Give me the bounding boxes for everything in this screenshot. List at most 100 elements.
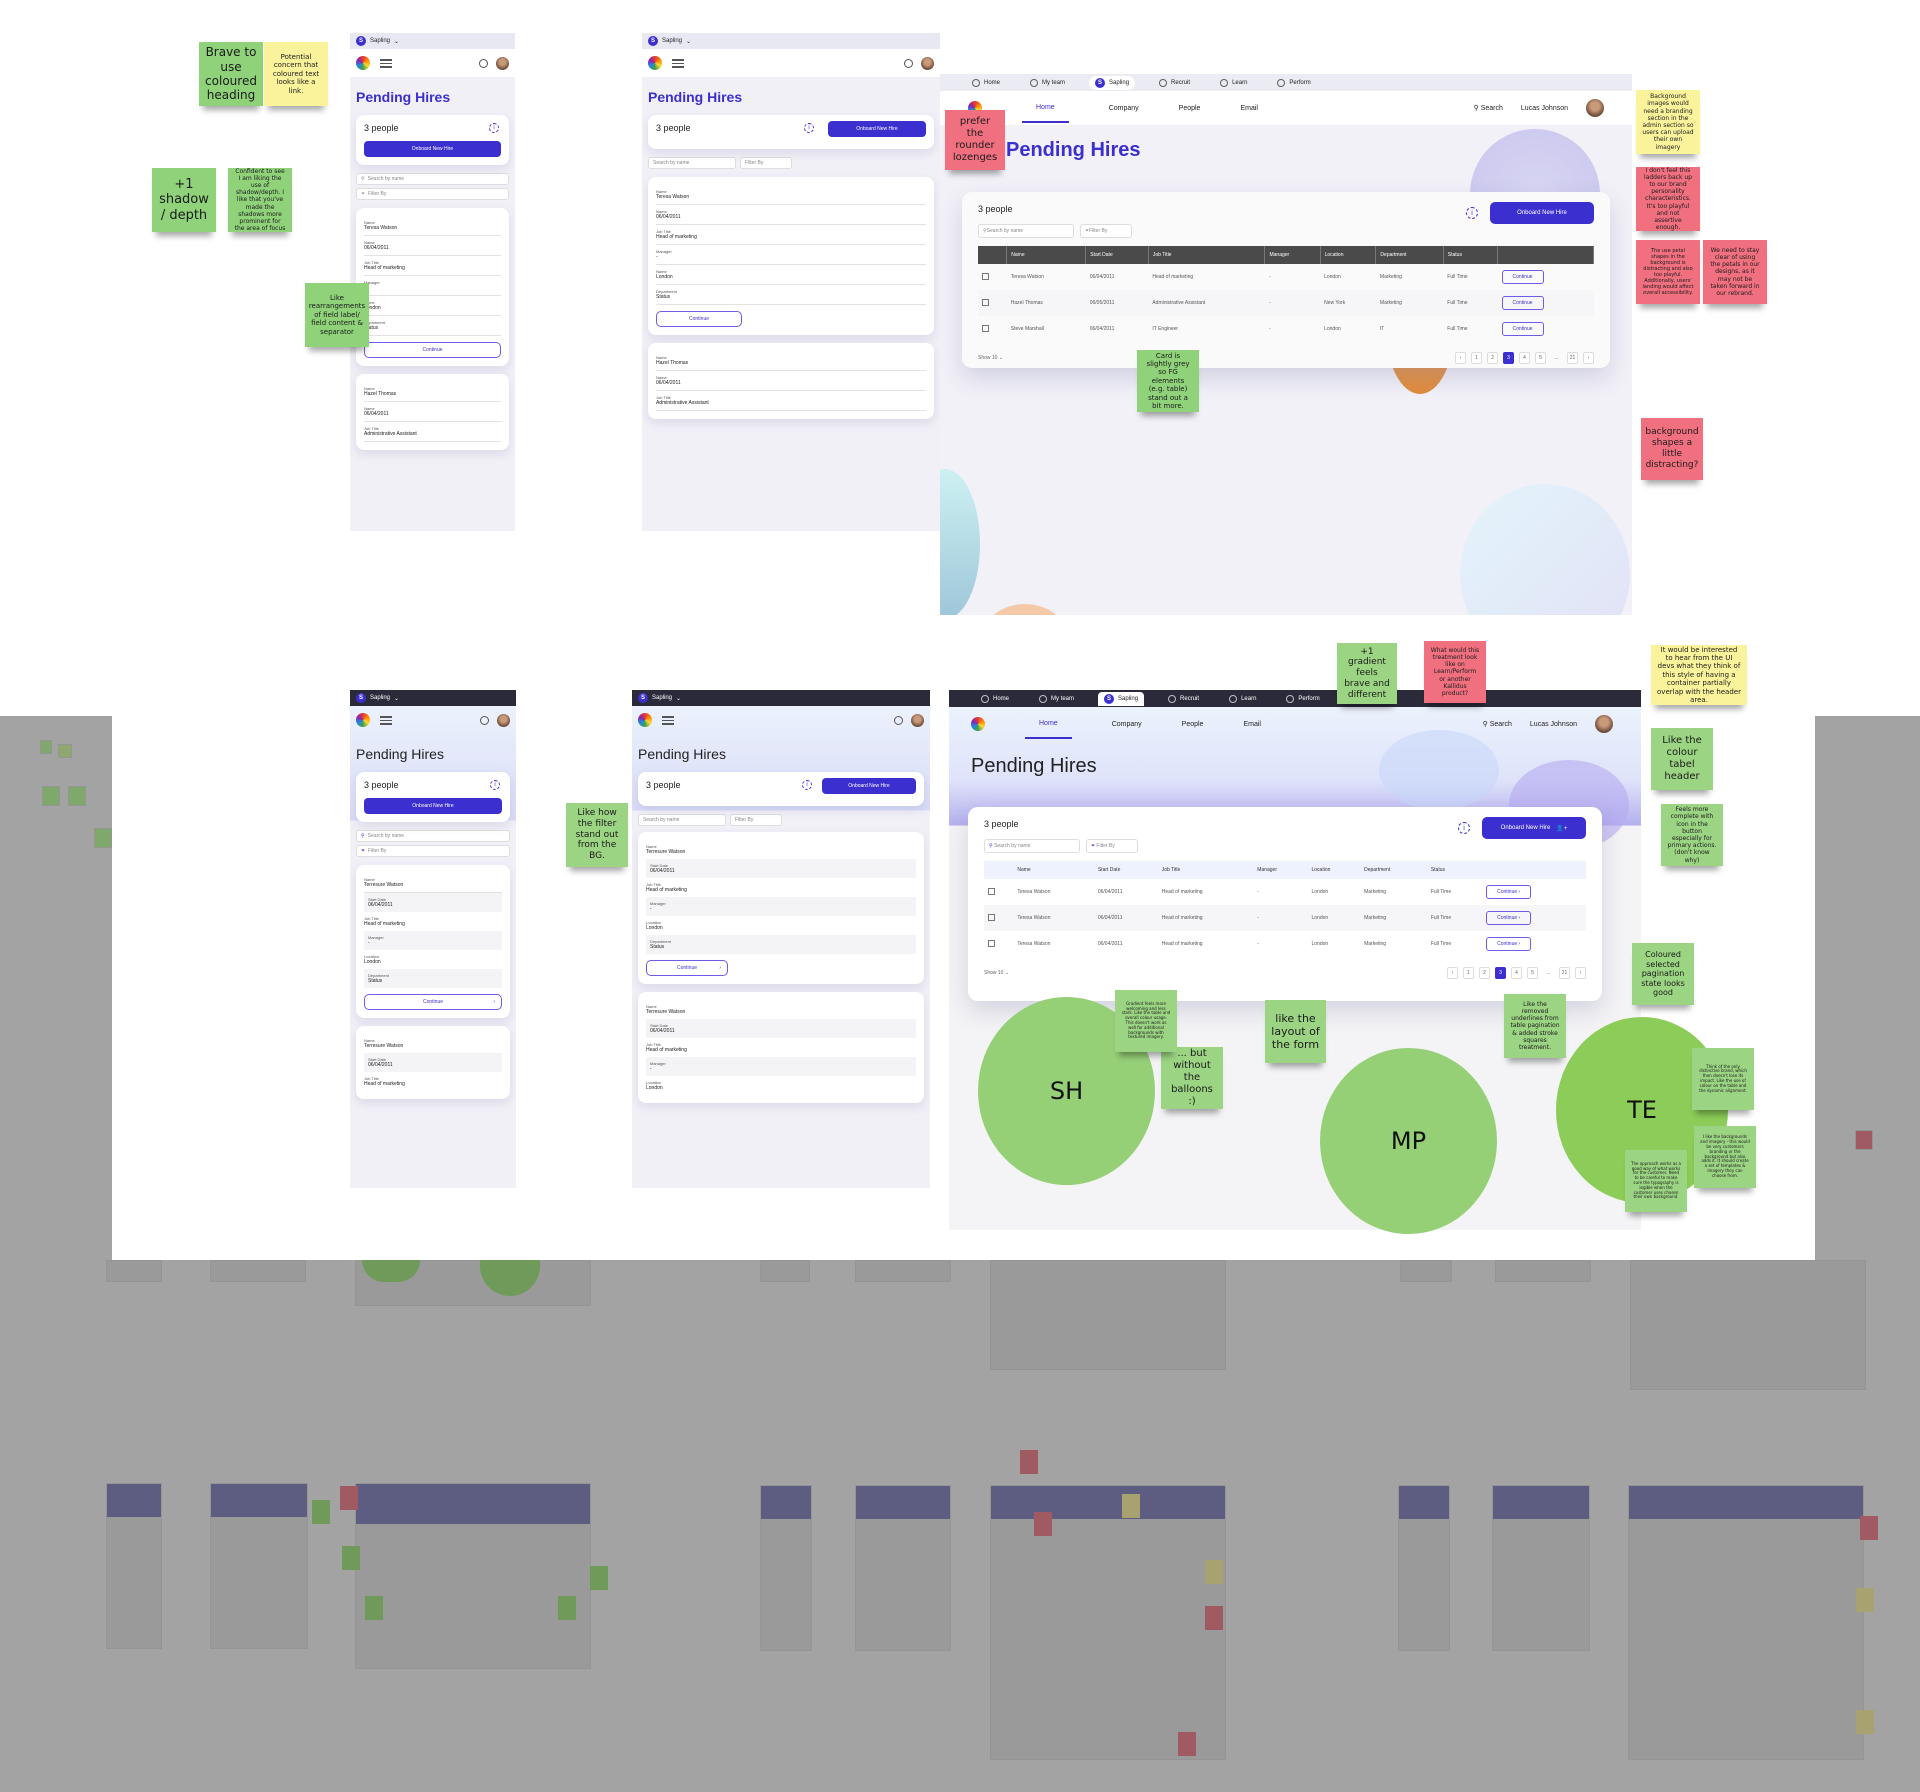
filter-dropdown[interactable]: ⏷ Filter By bbox=[1086, 839, 1138, 853]
tab-recruit[interactable]: Recruit bbox=[1162, 693, 1205, 705]
row-checkbox[interactable] bbox=[982, 324, 989, 332]
search-input[interactable]: Search by name bbox=[648, 157, 736, 169]
col-name[interactable]: Name bbox=[1006, 246, 1087, 264]
sticky-note[interactable]: Like the removed underlines from table p… bbox=[1504, 994, 1566, 1058]
page-button[interactable]: 4 bbox=[1519, 352, 1530, 364]
whiteboard-canvas[interactable]: S Sapling ⌄ Pending Hires 3 people i Onboa… bbox=[0, 0, 1920, 1792]
page-size-select[interactable]: Show 10 ⌄ bbox=[984, 970, 1009, 976]
product-switcher[interactable]: S Sapling ⌄ bbox=[350, 690, 516, 706]
nav-email[interactable]: Email bbox=[1243, 711, 1261, 738]
tab-perform[interactable]: Perform bbox=[1271, 77, 1316, 89]
search-icon[interactable] bbox=[479, 58, 488, 68]
col-status[interactable]: Status bbox=[1426, 861, 1483, 879]
col-manager[interactable]: Manager bbox=[1264, 246, 1321, 264]
continue-button[interactable]: Continue › bbox=[1486, 937, 1532, 951]
sticky-note[interactable]: Like how the filter stand out from the B… bbox=[566, 803, 628, 867]
sticky-note[interactable]: Feels more complete with icon in the but… bbox=[1661, 804, 1723, 866]
nav-home[interactable]: Home bbox=[1025, 710, 1072, 739]
sticky-note[interactable]: We need to stay clear of using the petal… bbox=[1703, 240, 1767, 304]
tab-learn[interactable]: Learn bbox=[1223, 693, 1262, 705]
page-button-current[interactable]: 3 bbox=[1495, 967, 1506, 979]
onboard-new-hire-button[interactable]: Onboard New Hire bbox=[364, 798, 502, 814]
tab-my-team[interactable]: My team bbox=[1024, 77, 1071, 89]
tab-home[interactable]: Home bbox=[966, 77, 1006, 89]
page-button[interactable]: 21 bbox=[1559, 967, 1570, 979]
avatar[interactable] bbox=[496, 56, 509, 70]
filter-dropdown[interactable]: ⏷ Filter By bbox=[1080, 224, 1132, 238]
onboard-new-hire-button[interactable]: Onboard New Hire bbox=[364, 141, 501, 157]
row-checkbox[interactable] bbox=[988, 913, 995, 921]
prev-page-button[interactable]: ‹ bbox=[1455, 352, 1466, 364]
row-checkbox[interactable] bbox=[988, 939, 995, 947]
tab-sapling[interactable]: S Sapling bbox=[1089, 75, 1136, 90]
sticky-note[interactable]: The use petal shapes in the background i… bbox=[1636, 240, 1700, 304]
sticky-note[interactable]: Brave to use coloured heading bbox=[199, 42, 263, 106]
tab-sapling[interactable]: S Sapling bbox=[1098, 691, 1145, 706]
sticky-note[interactable]: Like rearrangements of field label/ fiel… bbox=[305, 283, 369, 347]
next-page-button[interactable]: › bbox=[1583, 352, 1594, 364]
row-checkbox[interactable] bbox=[988, 887, 995, 895]
tab-recruit[interactable]: Recruit bbox=[1153, 77, 1196, 89]
sticky-note[interactable]: I like the backgrounds and imagery - thi… bbox=[1694, 1126, 1756, 1188]
sticky-note[interactable]: background shapes a little distracting? bbox=[1641, 418, 1703, 480]
col-location[interactable]: Location bbox=[1320, 246, 1377, 264]
next-page-button[interactable]: › bbox=[1575, 967, 1586, 979]
search-input[interactable]: Search by name bbox=[638, 814, 726, 826]
filter-dropdown[interactable]: ⏷ Filter By bbox=[356, 188, 509, 200]
info-icon[interactable]: i bbox=[490, 780, 500, 790]
sticky-note[interactable]: ... but without the balloons :) bbox=[1161, 1047, 1223, 1109]
avatar[interactable] bbox=[497, 713, 510, 727]
search-button[interactable]: ⚲ Search bbox=[1474, 104, 1503, 112]
menu-icon[interactable] bbox=[662, 715, 674, 725]
sticky-note[interactable]: The approach works as a good way of what… bbox=[1625, 1150, 1687, 1212]
product-switcher[interactable]: S Sapling ⌄ bbox=[632, 690, 930, 706]
sticky-note[interactable]: It would be interested to hear from the … bbox=[1651, 645, 1747, 705]
tab-perform[interactable]: Perform bbox=[1280, 693, 1325, 705]
menu-icon[interactable] bbox=[380, 58, 392, 68]
product-switcher[interactable]: S Sapling ⌄ bbox=[350, 33, 515, 49]
page-button[interactable]: 2 bbox=[1487, 352, 1498, 364]
row-checkbox[interactable] bbox=[982, 272, 989, 280]
continue-button[interactable]: Continue › bbox=[646, 960, 728, 976]
col-department[interactable]: Department bbox=[1360, 861, 1427, 879]
info-icon[interactable]: i bbox=[1466, 207, 1478, 219]
info-icon[interactable]: i bbox=[489, 123, 499, 133]
sticky-note[interactable]: like the layout of the form bbox=[1265, 1000, 1326, 1063]
search-icon[interactable] bbox=[894, 715, 903, 725]
filter-dropdown[interactable]: ⏷ Filter By bbox=[356, 845, 510, 857]
sticky-note[interactable]: Like the colour tabel header bbox=[1651, 728, 1713, 790]
continue-button[interactable]: Continue › bbox=[1486, 911, 1532, 925]
avatar[interactable] bbox=[911, 713, 924, 727]
col-start-date[interactable]: Start Date bbox=[1085, 246, 1149, 264]
search-input[interactable]: ⚲ Search by name bbox=[984, 839, 1080, 853]
col-status[interactable]: Status bbox=[1443, 246, 1499, 264]
nav-people[interactable]: People bbox=[1179, 95, 1201, 122]
col-job-title[interactable]: Job Title bbox=[1157, 861, 1254, 879]
avatar[interactable] bbox=[1595, 715, 1613, 733]
continue-button[interactable]: Continue › bbox=[364, 994, 502, 1010]
sticky-note[interactable]: +1 gradient feels brave and different bbox=[1337, 643, 1397, 704]
info-icon[interactable]: i bbox=[1458, 822, 1470, 834]
col-job-title[interactable]: Job Title bbox=[1148, 246, 1266, 264]
product-switcher[interactable]: S Sapling ⌄ bbox=[642, 33, 940, 49]
tab-home[interactable]: Home bbox=[975, 693, 1015, 705]
sticky-note[interactable]: Background images would need a branding … bbox=[1636, 90, 1700, 154]
nav-email[interactable]: Email bbox=[1240, 95, 1258, 122]
onboard-new-hire-button[interactable]: Onboard New Hire bbox=[1490, 202, 1594, 224]
nav-home[interactable]: Home bbox=[1022, 94, 1069, 123]
sticky-note[interactable]: Gradient feels more welcoming and less s… bbox=[1115, 990, 1177, 1052]
search-button[interactable]: ⚲ Search bbox=[1483, 720, 1512, 728]
tab-my-team[interactable]: My team bbox=[1033, 693, 1080, 705]
search-input[interactable]: ⚲ Search by name bbox=[356, 830, 510, 842]
nav-company[interactable]: Company bbox=[1112, 711, 1142, 738]
page-button[interactable]: 2 bbox=[1479, 967, 1490, 979]
page-button-current[interactable]: 3 bbox=[1503, 352, 1514, 364]
col-start-date[interactable]: Start Date bbox=[1093, 861, 1158, 879]
continue-button[interactable]: Continue bbox=[1501, 296, 1544, 310]
page-button[interactable]: 21 bbox=[1567, 352, 1578, 364]
col-department[interactable]: Department bbox=[1375, 246, 1444, 264]
avatar[interactable] bbox=[921, 56, 934, 70]
continue-button[interactable]: Continue bbox=[364, 342, 501, 358]
sticky-note[interactable]: Potential concern that coloured text loo… bbox=[264, 42, 328, 106]
search-input[interactable]: ⚲ Search by name bbox=[356, 173, 509, 185]
